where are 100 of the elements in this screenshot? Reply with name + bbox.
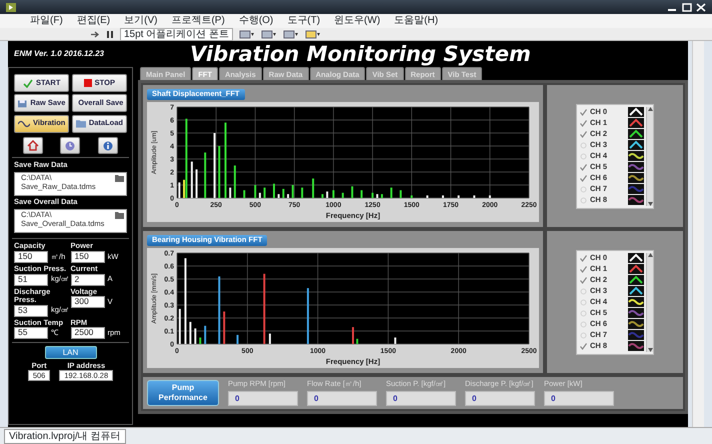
folder-icon[interactable] xyxy=(115,212,124,219)
checkbox[interactable] xyxy=(580,266,587,272)
menu-item[interactable]: 도구(T) xyxy=(287,14,320,28)
project-path: Vibration.lvproj/내 컴퓨터 xyxy=(4,428,126,444)
stop-icon xyxy=(84,79,92,87)
menu-item[interactable]: 수행(O) xyxy=(238,14,274,28)
menu-item[interactable]: 파일(F) xyxy=(30,14,63,28)
spectrum-bar xyxy=(204,325,206,344)
menu-item[interactable]: 프로젝트(P) xyxy=(171,14,225,28)
param-value[interactable]: 2 xyxy=(70,274,104,286)
menu-item[interactable]: 윈도우(W) xyxy=(334,14,380,28)
spectrum-bar xyxy=(204,152,206,198)
spectrum-bar xyxy=(178,308,181,344)
plot-style-swatch xyxy=(628,151,644,161)
spectrum-bar xyxy=(326,191,328,198)
vertical-scrollbar[interactable] xyxy=(692,41,704,427)
plot-style-swatch xyxy=(628,195,644,205)
spectrum-bar xyxy=(360,190,363,198)
checkbox[interactable] xyxy=(580,288,587,294)
checkbox[interactable] xyxy=(580,332,587,338)
checkbox[interactable] xyxy=(580,152,587,160)
plot-style-swatch xyxy=(628,275,644,285)
toolbar-tool-icon[interactable] xyxy=(239,30,256,38)
param-value[interactable]: 55 xyxy=(14,327,48,340)
plot-style-swatch xyxy=(628,319,644,329)
checkbox[interactable] xyxy=(580,120,587,126)
spectrum-bar xyxy=(263,273,266,344)
spectrum-bar xyxy=(301,187,304,198)
spectrum-bar xyxy=(229,187,232,198)
menu-item[interactable]: 편집(E) xyxy=(76,14,110,28)
spectrum-bar xyxy=(199,337,202,344)
plot-style-swatch xyxy=(628,184,644,194)
plot-style-swatch xyxy=(628,341,644,351)
spectrum-bar xyxy=(356,338,358,344)
toolbar-tool-icon[interactable] xyxy=(283,30,300,38)
folder-icon[interactable] xyxy=(115,174,124,182)
spectrum-bar xyxy=(376,194,378,198)
run-arrow-icon[interactable] xyxy=(90,30,100,38)
app-icon xyxy=(6,2,16,12)
checkbox[interactable] xyxy=(580,164,587,170)
toolbar-tool-icon[interactable] xyxy=(305,30,322,38)
spectrum-bar xyxy=(236,334,239,344)
maximize-icon[interactable] xyxy=(682,2,692,12)
checkbox[interactable] xyxy=(580,130,587,138)
spectrum-bar xyxy=(178,182,180,198)
info-icon xyxy=(102,140,114,152)
checkbox[interactable] xyxy=(580,186,587,192)
checkbox[interactable] xyxy=(580,108,587,116)
plot-style-swatch xyxy=(628,107,644,117)
plot-style-swatch xyxy=(628,253,644,263)
font-dropdown[interactable]: 15pt 어플리케이션 폰트 xyxy=(120,28,234,40)
spectrum-bar xyxy=(473,195,476,198)
toolbar-tool-icon[interactable] xyxy=(261,30,278,38)
checkbox[interactable] xyxy=(580,310,587,316)
list-scrollbar[interactable] xyxy=(646,252,653,352)
close-icon[interactable] xyxy=(696,2,706,12)
spectrum-bar xyxy=(426,195,428,198)
spectrum-bar xyxy=(234,165,236,198)
spectrum-bar xyxy=(268,333,271,344)
menu-item[interactable]: 도움말(H) xyxy=(394,14,438,28)
plot-style-swatch xyxy=(628,162,644,172)
scroll-up-icon xyxy=(648,252,652,256)
param-value[interactable]: 300 xyxy=(70,296,104,308)
param-value[interactable]: 53 xyxy=(14,304,48,317)
readout-field: 0 xyxy=(544,390,614,406)
checkbox[interactable] xyxy=(580,142,587,148)
spectrum-bar xyxy=(264,187,266,198)
plot-style-swatch xyxy=(628,297,644,307)
icon-button[interactable] xyxy=(60,137,80,154)
icon-button[interactable] xyxy=(98,137,118,154)
scroll-down-icon xyxy=(648,202,652,206)
checkbox[interactable] xyxy=(580,298,587,306)
checkbox[interactable] xyxy=(580,276,587,284)
checkbox[interactable] xyxy=(580,254,587,262)
spectrum-bar xyxy=(351,186,354,198)
param-value[interactable]: 150 xyxy=(14,250,48,263)
wave-icon xyxy=(18,119,30,128)
spectrum-bar xyxy=(410,195,413,198)
spectrum-bar xyxy=(390,187,392,198)
plot-style-swatch xyxy=(628,264,644,274)
menu-item[interactable]: 보기(V) xyxy=(124,14,158,28)
folder-icon xyxy=(76,119,86,128)
list-scrollbar[interactable] xyxy=(646,106,653,206)
icon-button[interactable] xyxy=(22,137,43,154)
checkbox[interactable] xyxy=(580,320,587,328)
spectrum-bar xyxy=(194,328,196,344)
spectrum-bar xyxy=(400,190,402,198)
plot-style-swatch xyxy=(628,173,644,183)
checkbox[interactable] xyxy=(580,196,587,204)
pump-performance-button[interactable]: Pump Performance xyxy=(147,380,219,406)
param-value[interactable]: 51 xyxy=(14,274,48,286)
param-value[interactable]: 150 xyxy=(70,250,104,263)
checkbox[interactable] xyxy=(580,342,587,350)
readout-field: 0 xyxy=(386,390,456,406)
checkbox[interactable] xyxy=(580,174,587,182)
param-value[interactable]: 2500 xyxy=(70,327,104,340)
spectrum-bar xyxy=(218,146,220,198)
lan-button[interactable]: LAN xyxy=(44,346,96,360)
readout-field: 0 xyxy=(465,390,535,406)
pause-icon[interactable] xyxy=(106,30,114,38)
